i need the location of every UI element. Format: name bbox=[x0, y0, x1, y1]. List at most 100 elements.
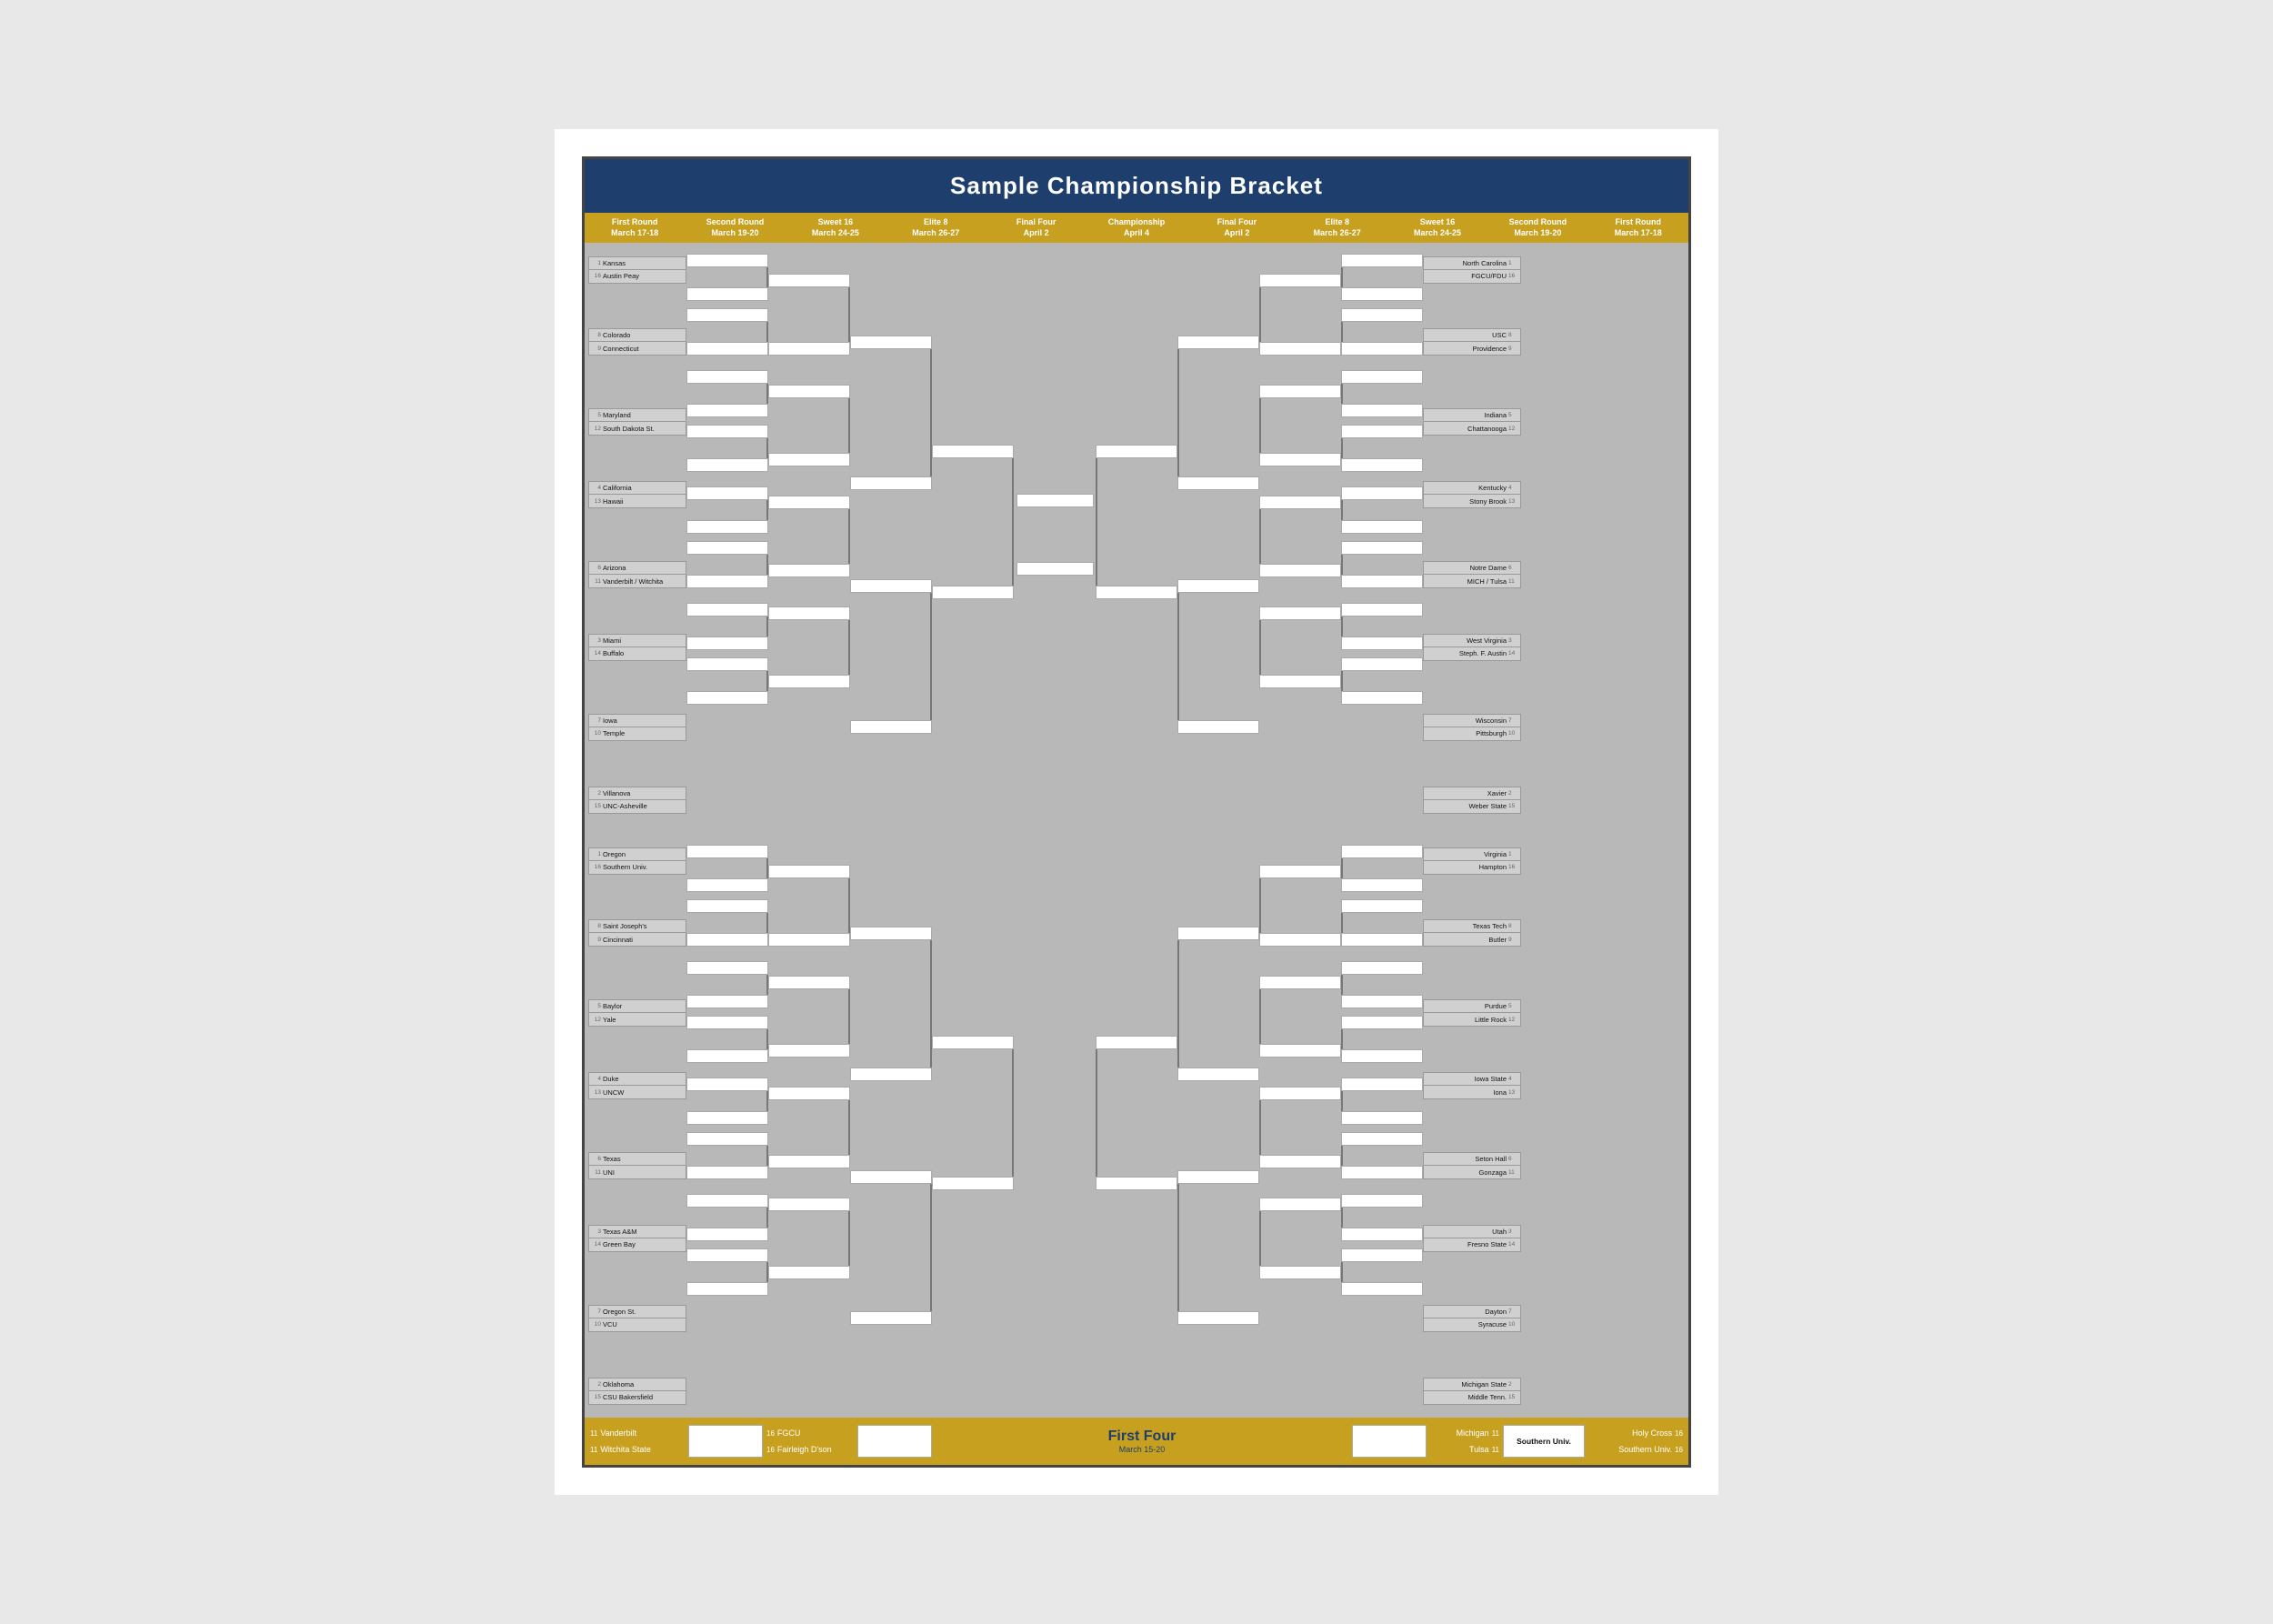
r-match-4: Kentucky4 Stony Brook13 bbox=[1423, 481, 1521, 508]
b-match-1: 1Oregon 16Southern Univ. bbox=[588, 847, 686, 875]
rr2-7b bbox=[1341, 637, 1423, 650]
team-middle-tenn: Middle Tenn.15 bbox=[1423, 1391, 1521, 1405]
team-wisconsin: Wisconsin7 bbox=[1423, 714, 1521, 727]
round-header-s16-right: Sweet 16March 24-25 bbox=[1387, 213, 1487, 243]
adv-8b bbox=[686, 691, 768, 705]
round-header-ff-right: Final FourApril 2 bbox=[1187, 213, 1287, 243]
bracket-main: 1Kansas 16Austin Peay 8Colorado 9Connect… bbox=[585, 243, 1688, 1418]
b-match-4: 4Duke 13UNCW bbox=[588, 1072, 686, 1099]
team-oklahoma: 2Oklahoma bbox=[588, 1378, 686, 1391]
team-mich-tulsa: MICH / Tulsa11 bbox=[1423, 575, 1521, 588]
team-pittsburgh: Pittsburgh10 bbox=[1423, 727, 1521, 741]
round-header-r1-right: First RoundMarch 17-18 bbox=[1588, 213, 1688, 243]
team-vanderbilt-witchita: 11Vanderbilt / Witchita bbox=[588, 575, 686, 588]
team-iowa: 7Iowa bbox=[588, 714, 686, 727]
adv-3b bbox=[686, 404, 768, 417]
team-maryland: 5Maryland bbox=[588, 408, 686, 422]
right-s16-bottom bbox=[1259, 837, 1341, 1414]
adv-2b bbox=[686, 342, 768, 356]
left-e8-bottom bbox=[850, 837, 932, 1414]
team-seton-hall: Seton Hall6 bbox=[1423, 1152, 1521, 1166]
right-e8-bottom bbox=[1177, 837, 1259, 1414]
b-match-6: 3Texas A&M 14Green Bay bbox=[588, 1225, 686, 1252]
team-usc: USC8 bbox=[1423, 328, 1521, 342]
left-s16-top bbox=[768, 246, 850, 823]
bracket-title: Sample Championship Bracket bbox=[597, 172, 1676, 200]
first-four-bar: 11 Vanderbilt 11 Witchita State 16 FGCU … bbox=[585, 1418, 1688, 1465]
ff-holy-cross: Holy Cross 16 bbox=[1587, 1425, 1685, 1441]
ff-southern-univ-text: Southern Univ. bbox=[1517, 1437, 1571, 1446]
adv-8a bbox=[686, 657, 768, 671]
r-match-6: West Virginia3 Steph. F. Austin14 bbox=[1423, 634, 1521, 661]
bottom-half: 1Oregon 16Southern Univ. 8Saint Joseph's… bbox=[588, 837, 1685, 1414]
rr2-4b bbox=[1341, 458, 1423, 472]
match-7: 7Iowa 10Temple bbox=[588, 714, 686, 741]
team-southern-univ: 16Southern Univ. bbox=[588, 861, 686, 875]
br-match-2: Texas Tech8 Butler9 bbox=[1423, 919, 1521, 947]
r-match-3: Indiana5 Chattanooga12 bbox=[1423, 408, 1521, 436]
team-california: 4California bbox=[588, 481, 686, 495]
rr2-5a bbox=[1341, 486, 1423, 500]
ff-adv-2 bbox=[857, 1425, 932, 1458]
rr2-7a bbox=[1341, 603, 1423, 617]
spacer bbox=[1423, 455, 1521, 462]
round-header-champ: ChampionshipApril 4 bbox=[1086, 213, 1187, 243]
rs16-2a bbox=[1259, 385, 1341, 398]
team-uni: 11UNI bbox=[588, 1166, 686, 1179]
champ-col bbox=[1014, 246, 1096, 823]
br-match-3: Purdue5 Little Rock12 bbox=[1423, 999, 1521, 1027]
spacer bbox=[588, 455, 686, 462]
ff-holy-cross-name: Holy Cross bbox=[1632, 1429, 1672, 1438]
team-colorado: 8Colorado bbox=[588, 328, 686, 342]
right-r2-top bbox=[1341, 246, 1423, 823]
right-s16-top bbox=[1259, 246, 1341, 823]
team-dayton: Dayton7 bbox=[1423, 1305, 1521, 1318]
round-header-r2-right: Second RoundMarch 19-20 bbox=[1487, 213, 1587, 243]
team-michigan-state: Michigan State2 bbox=[1423, 1378, 1521, 1391]
s16-2a bbox=[768, 385, 850, 398]
match-6: 3Miami 14Buffalo bbox=[588, 634, 686, 661]
team-texas-am: 3Texas A&M bbox=[588, 1225, 686, 1238]
team-temple: 10Temple bbox=[588, 727, 686, 741]
left-ff-top bbox=[932, 246, 1014, 823]
spacer bbox=[1423, 607, 1521, 615]
br-match-5: Seton Hall6 Gonzaga11 bbox=[1423, 1152, 1521, 1179]
team-fresno-state: Fresno State14 bbox=[1423, 1238, 1521, 1252]
re8-2a bbox=[1177, 579, 1259, 593]
rr2-3b bbox=[1341, 404, 1423, 417]
round-header-ff-left: Final FourApril 2 bbox=[986, 213, 1086, 243]
adv-6a bbox=[686, 541, 768, 555]
champ-top bbox=[1016, 494, 1094, 507]
ff-fairleigh: 16 Fairleigh D'son bbox=[765, 1441, 856, 1458]
ff-witchita-name: Witchita State bbox=[600, 1445, 651, 1454]
adv-1a bbox=[686, 254, 768, 267]
round-headers: First RoundMarch 17-18 Second RoundMarch… bbox=[585, 213, 1688, 243]
ff-tulsa-seed: 11 bbox=[1492, 1446, 1499, 1454]
match-5: 6Arizona 11Vanderbilt / Witchita bbox=[588, 561, 686, 588]
r-match-1: North Carolina1 FGCU/FDU16 bbox=[1423, 256, 1521, 284]
mid-separator bbox=[588, 823, 1685, 837]
team-green-bay: 14Green Bay bbox=[588, 1238, 686, 1252]
r-match-7: Wisconsin7 Pittsburgh10 bbox=[1423, 714, 1521, 741]
team-hawaii: 13Hawaii bbox=[588, 495, 686, 508]
spacer bbox=[1423, 680, 1521, 695]
round-header-s16-left: Sweet 16March 24-25 bbox=[786, 213, 886, 243]
adv-3a bbox=[686, 370, 768, 384]
left-r2-top bbox=[686, 246, 768, 823]
s16-4b bbox=[768, 675, 850, 688]
s16-1a bbox=[768, 274, 850, 287]
e8-2a bbox=[850, 579, 932, 593]
team-weber-state: Weber State15 bbox=[1423, 800, 1521, 814]
ff-label-sub: March 15-20 bbox=[934, 1445, 1350, 1454]
rs16-1b bbox=[1259, 342, 1341, 356]
team-arizona: 6Arizona bbox=[588, 561, 686, 575]
spacer bbox=[1423, 303, 1521, 310]
left-ff-bottom bbox=[932, 837, 1014, 1414]
rr2-5b bbox=[1341, 520, 1423, 534]
spacer bbox=[1423, 375, 1521, 389]
ff-witchita-seed: 11 bbox=[590, 1446, 597, 1454]
top-half: 1Kansas 16Austin Peay 8Colorado 9Connect… bbox=[588, 246, 1685, 823]
e8-1b bbox=[850, 476, 932, 490]
ff-southern-univ-box: Southern Univ. bbox=[1503, 1425, 1585, 1458]
team-oregon: 1Oregon bbox=[588, 847, 686, 861]
